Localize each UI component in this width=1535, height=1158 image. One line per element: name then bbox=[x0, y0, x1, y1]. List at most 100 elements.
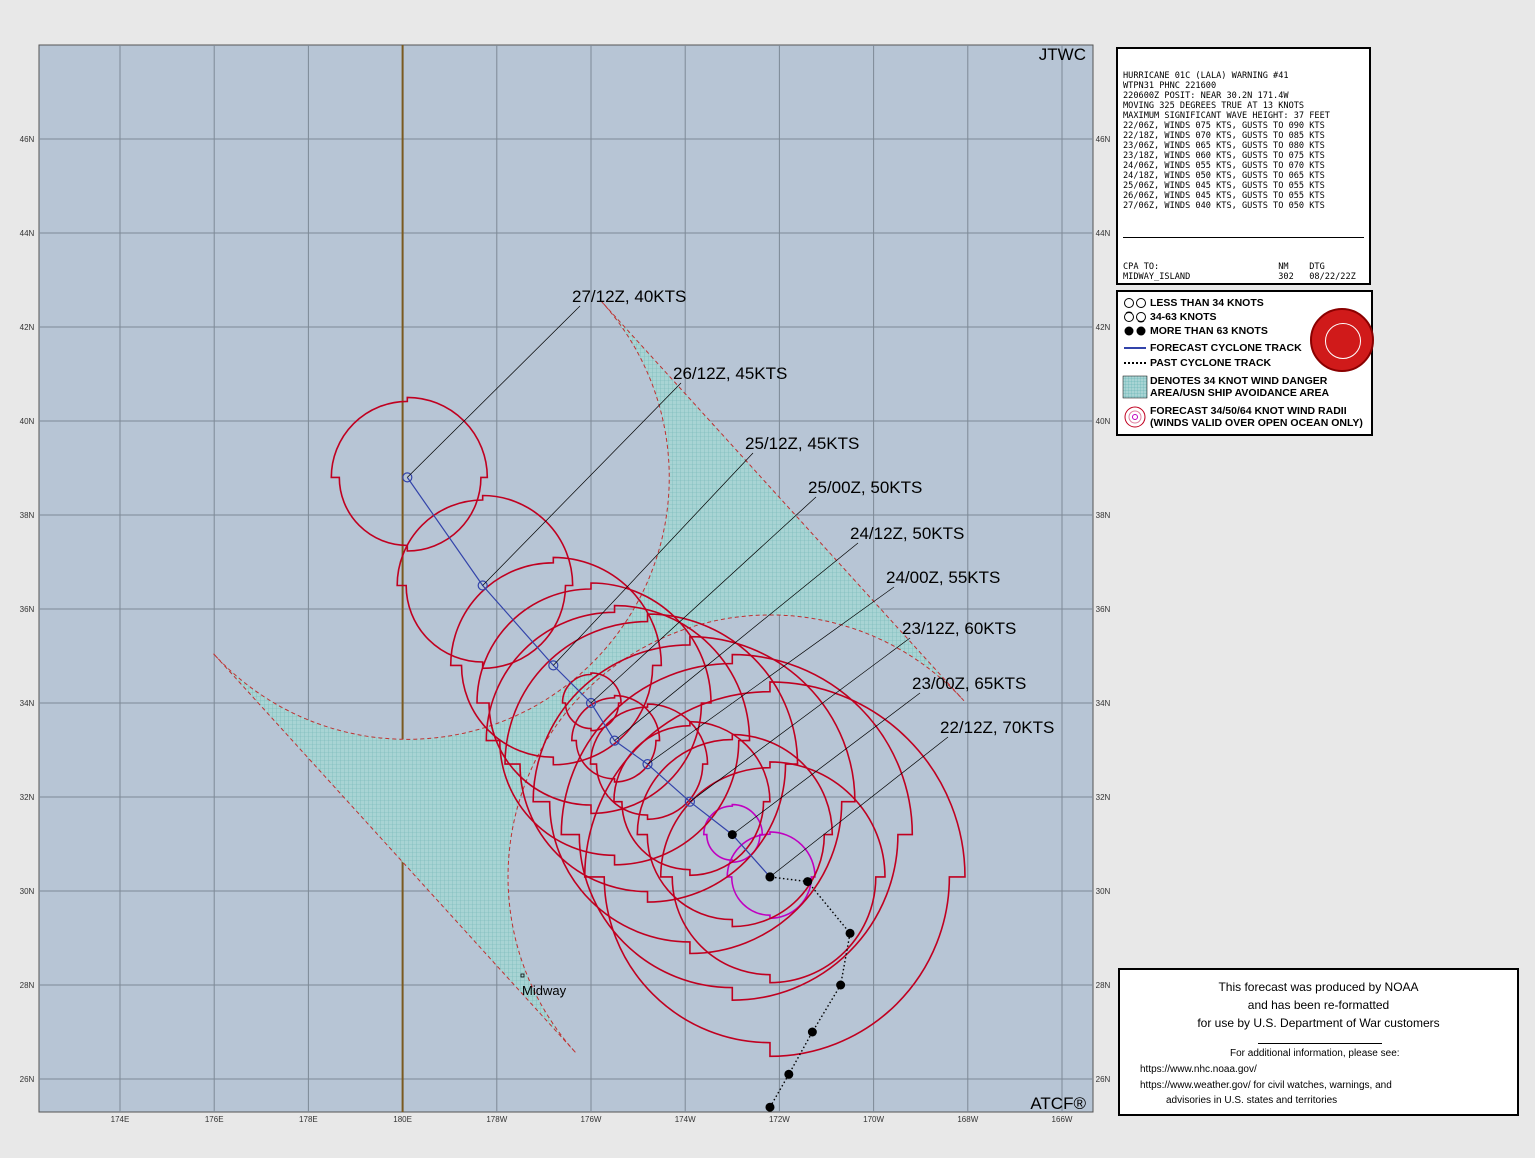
legend-item-hurricane: MORE THAN 63 KNOTS bbox=[1122, 325, 1268, 337]
forecast-label: 25/00Z, 50KTS bbox=[808, 478, 922, 497]
note-divider bbox=[1258, 1043, 1382, 1044]
lat-tick-label: 38N bbox=[1096, 511, 1110, 520]
past-position-marker bbox=[765, 1102, 775, 1112]
legend-panel: LESS THAN 34 KNOTS 34-63 KNOTS MORE THAN… bbox=[1116, 290, 1374, 436]
warning-line: 22/06Z, WINDS 075 KTS, GUSTS TO 090 KTS bbox=[1123, 121, 1325, 131]
noaa-seal-logo bbox=[1310, 308, 1374, 372]
legend-label: FORECAST 34/50/64 KNOT WIND RADII (WINDS… bbox=[1150, 405, 1363, 429]
lon-tick-label: 176E bbox=[205, 1115, 224, 1124]
lat-tick-label: 42N bbox=[20, 323, 35, 332]
jtwc-label: JTWC bbox=[1039, 45, 1086, 64]
legend-item-weak: LESS THAN 34 KNOTS bbox=[1122, 297, 1264, 309]
legend-item-forecast-track: FORECAST CYCLONE TRACK bbox=[1122, 342, 1302, 354]
lon-tick-label: 174E bbox=[111, 1115, 130, 1124]
lon-tick-label: 166W bbox=[1052, 1115, 1073, 1124]
warning-line: 24/06Z, WINDS 055 KTS, GUSTS TO 070 KTS bbox=[1123, 161, 1325, 171]
lat-tick-label: 44N bbox=[20, 229, 35, 238]
lat-tick-label: 30N bbox=[20, 887, 35, 896]
legend-label: MORE THAN 63 KNOTS bbox=[1150, 325, 1268, 337]
warning-line: 24/18Z, WINDS 050 KTS, GUSTS TO 065 KTS bbox=[1123, 171, 1325, 181]
wind-radii-icon bbox=[1124, 406, 1146, 428]
legend-label: DENOTES 34 KNOT WIND DANGER AREA/USN SHI… bbox=[1150, 375, 1330, 399]
legend-item-tropical-storm: 34-63 KNOTS bbox=[1122, 311, 1217, 323]
past-position-marker bbox=[845, 928, 855, 938]
forecast-label: 23/00Z, 65KTS bbox=[912, 674, 1026, 693]
legend-label: LESS THAN 34 KNOTS bbox=[1150, 297, 1264, 309]
warning-line: 26/06Z, WINDS 045 KTS, GUSTS TO 055 KTS bbox=[1123, 191, 1325, 201]
atcf-label: ATCF® bbox=[1030, 1094, 1086, 1113]
lat-tick-label: 26N bbox=[1096, 1075, 1110, 1084]
warning-line: 220600Z POSIT: NEAR 30.2N 171.4W bbox=[1123, 91, 1289, 101]
nws-link[interactable]: https://www.weather.gov/ for civil watch… bbox=[1140, 1080, 1392, 1091]
lat-tick-label: 34N bbox=[20, 699, 35, 708]
lon-tick-label: 172W bbox=[769, 1115, 790, 1124]
forecast-track-icon bbox=[1124, 347, 1146, 349]
forecast-label: 27/12Z, 40KTS bbox=[572, 287, 686, 306]
warning-lines: HURRICANE 01C (LALA) WARNING #41 WTPN31 P… bbox=[1123, 71, 1364, 211]
warning-line: MOVING 325 DEGREES TRUE AT 13 KNOTS bbox=[1123, 101, 1305, 111]
storm-track-map: 22/12Z, 70KTS 23/00Z, 65KTS 23/12Z, 60KTS 2… bbox=[20, 44, 1110, 1124]
note-line-4: For additional information, please see: bbox=[1230, 1048, 1400, 1059]
weak-storm-icon bbox=[1124, 298, 1146, 308]
legend-label: FORECAST CYCLONE TRACK bbox=[1150, 342, 1302, 354]
tropical-storm-icon bbox=[1124, 311, 1146, 323]
note-line-7: advisories in U.S. states and territorie… bbox=[1166, 1095, 1338, 1106]
lat-tick-label: 34N bbox=[1096, 699, 1110, 708]
lat-tick-label: 36N bbox=[1096, 605, 1110, 614]
legend-item-danger-area: DENOTES 34 KNOT WIND DANGER AREA/USN SHI… bbox=[1122, 375, 1329, 399]
warning-line: HURRICANE 01C (LALA) WARNING #41 bbox=[1123, 71, 1289, 81]
danger-area-icon bbox=[1122, 375, 1148, 399]
legend-label: 34-63 KNOTS bbox=[1150, 311, 1217, 323]
past-position-marker bbox=[807, 1027, 817, 1037]
lat-tick-label: 38N bbox=[20, 511, 35, 520]
lat-tick-label: 46N bbox=[20, 135, 35, 144]
past-track-icon bbox=[1124, 362, 1146, 364]
warning-line: 25/06Z, WINDS 045 KTS, GUSTS TO 055 KTS bbox=[1123, 181, 1325, 191]
lat-tick-label: 26N bbox=[20, 1075, 35, 1084]
warning-line: 23/18Z, WINDS 060 KTS, GUSTS TO 075 KTS bbox=[1123, 151, 1325, 161]
cpa-line: MIDWAY_ISLAND 302 08/22/22Z bbox=[1123, 272, 1356, 282]
cpa-line: CPA TO: NM DTG bbox=[1123, 262, 1325, 272]
lon-tick-label: 178E bbox=[299, 1115, 318, 1124]
lat-tick-label: 28N bbox=[1096, 981, 1110, 990]
lon-tick-label: 180E bbox=[393, 1115, 412, 1124]
warning-line: MAXIMUM SIGNIFICANT WAVE HEIGHT: 37 FEET bbox=[1123, 111, 1330, 121]
note-line-1: This forecast was produced by NOAA bbox=[1218, 980, 1419, 994]
lat-tick-label: 36N bbox=[20, 605, 35, 614]
note-line-2: and has been re-formatted bbox=[1247, 998, 1390, 1012]
legend-item-past-track: PAST CYCLONE TRACK bbox=[1122, 357, 1271, 369]
warning-panel: HURRICANE 01C (LALA) WARNING #41 WTPN31 P… bbox=[1116, 47, 1371, 285]
lat-tick-label: 46N bbox=[1096, 135, 1110, 144]
lon-tick-label: 168W bbox=[957, 1115, 978, 1124]
warning-divider bbox=[1123, 237, 1364, 238]
forecast-label: 25/12Z, 45KTS bbox=[745, 434, 859, 453]
forecast-label: 24/12Z, 50KTS bbox=[850, 524, 964, 543]
lat-tick-label: 42N bbox=[1096, 323, 1110, 332]
info-panel: This forecast was produced by NOAA and h… bbox=[1118, 968, 1519, 1116]
lon-tick-label: 174W bbox=[675, 1115, 696, 1124]
lon-tick-label: 170W bbox=[863, 1115, 884, 1124]
lat-tick-label: 44N bbox=[1096, 229, 1110, 238]
nhc-link[interactable]: https://www.nhc.noaa.gov/ bbox=[1140, 1064, 1257, 1075]
lat-tick-label: 28N bbox=[20, 981, 35, 990]
past-position-marker bbox=[836, 980, 846, 990]
lat-tick-label: 30N bbox=[1096, 887, 1110, 896]
cpa-lines: CPA TO: NM DTG MIDWAY_ISLAND 302 08/22/22… bbox=[1123, 262, 1364, 282]
lat-tick-label: 32N bbox=[1096, 793, 1110, 802]
lat-tick-label: 40N bbox=[1096, 417, 1110, 426]
forecast-label: 24/00Z, 55KTS bbox=[886, 568, 1000, 587]
legend-label: PAST CYCLONE TRACK bbox=[1150, 357, 1272, 369]
warning-line: 22/18Z, WINDS 070 KTS, GUSTS TO 085 KTS bbox=[1123, 131, 1325, 141]
midway-label: Midway bbox=[522, 983, 567, 998]
warning-line: WTPN31 PHNC 221600 bbox=[1123, 81, 1217, 91]
lon-tick-label: 176W bbox=[581, 1115, 602, 1124]
hurricane-icon bbox=[1124, 326, 1146, 336]
past-position-marker bbox=[803, 877, 813, 887]
past-position-marker bbox=[784, 1069, 794, 1079]
forecast-label: 26/12Z, 45KTS bbox=[673, 364, 787, 383]
warning-line: 23/06Z, WINDS 065 KTS, GUSTS TO 080 KTS bbox=[1123, 141, 1325, 151]
note-line-3: for use by U.S. Department of War custom… bbox=[1197, 1016, 1440, 1030]
legend-item-wind-radii: FORECAST 34/50/64 KNOT WIND RADII (WINDS… bbox=[1122, 405, 1363, 429]
forecast-label: 23/12Z, 60KTS bbox=[902, 619, 1016, 638]
lat-tick-label: 40N bbox=[20, 417, 35, 426]
